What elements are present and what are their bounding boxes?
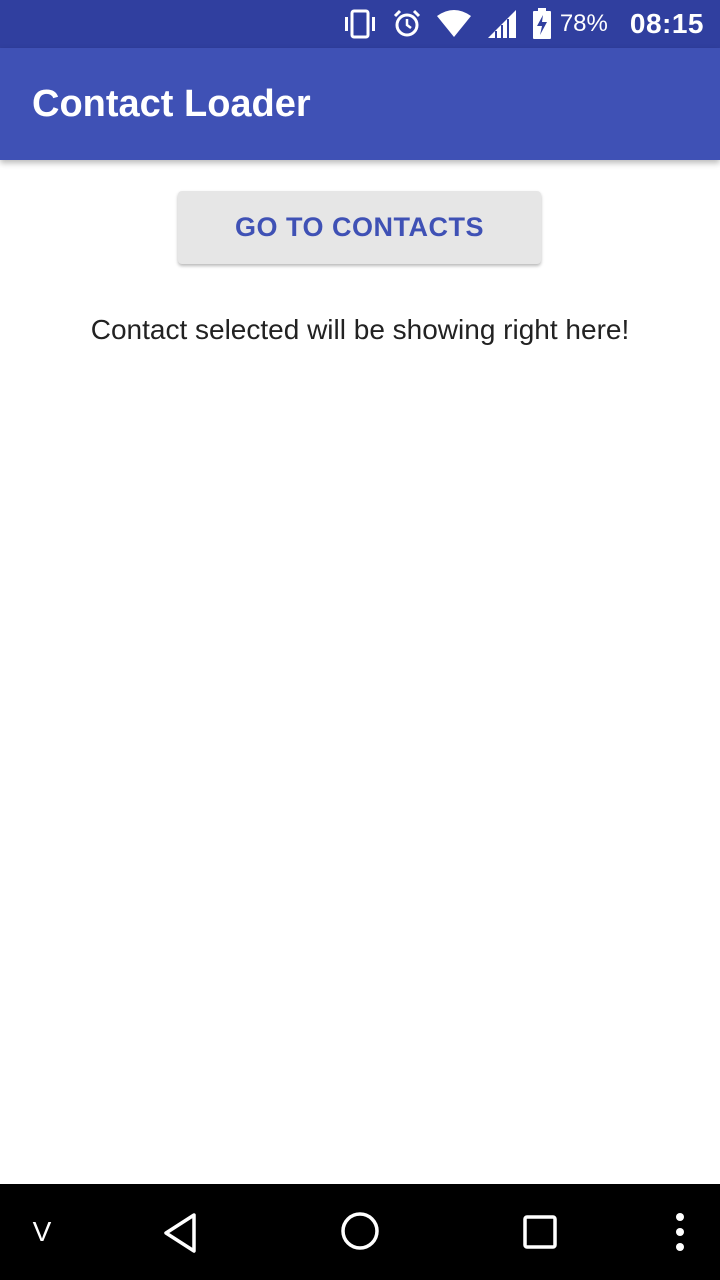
status-bar: 78% 08:15 — [0, 0, 720, 48]
wifi-icon — [436, 10, 472, 38]
clock: 08:15 — [629, 8, 704, 39]
status-icons: 78% 08:15 — [342, 8, 704, 40]
app-bar: Contact Loader — [0, 48, 720, 160]
menu-icon[interactable] — [664, 1208, 696, 1256]
navigation-bar: V — [0, 1184, 720, 1280]
vibrate-icon — [342, 9, 378, 39]
go-to-contacts-button[interactable]: GO TO CONTACTS — [178, 191, 541, 264]
back-icon[interactable] — [155, 1208, 205, 1258]
alarm-icon — [392, 9, 422, 39]
app-title: Contact Loader — [32, 82, 311, 125]
cell-signal-icon — [486, 9, 518, 39]
recents-icon[interactable] — [516, 1208, 564, 1256]
battery-charging-icon — [532, 8, 552, 40]
battery-percent: 78% — [559, 10, 608, 37]
main-content: GO TO CONTACTS Contact selected will be … — [0, 160, 720, 1184]
nav-v-label[interactable]: V — [22, 1212, 62, 1252]
home-icon[interactable] — [335, 1206, 385, 1256]
contact-placeholder-text: Contact selected will be showing right h… — [90, 314, 630, 345]
